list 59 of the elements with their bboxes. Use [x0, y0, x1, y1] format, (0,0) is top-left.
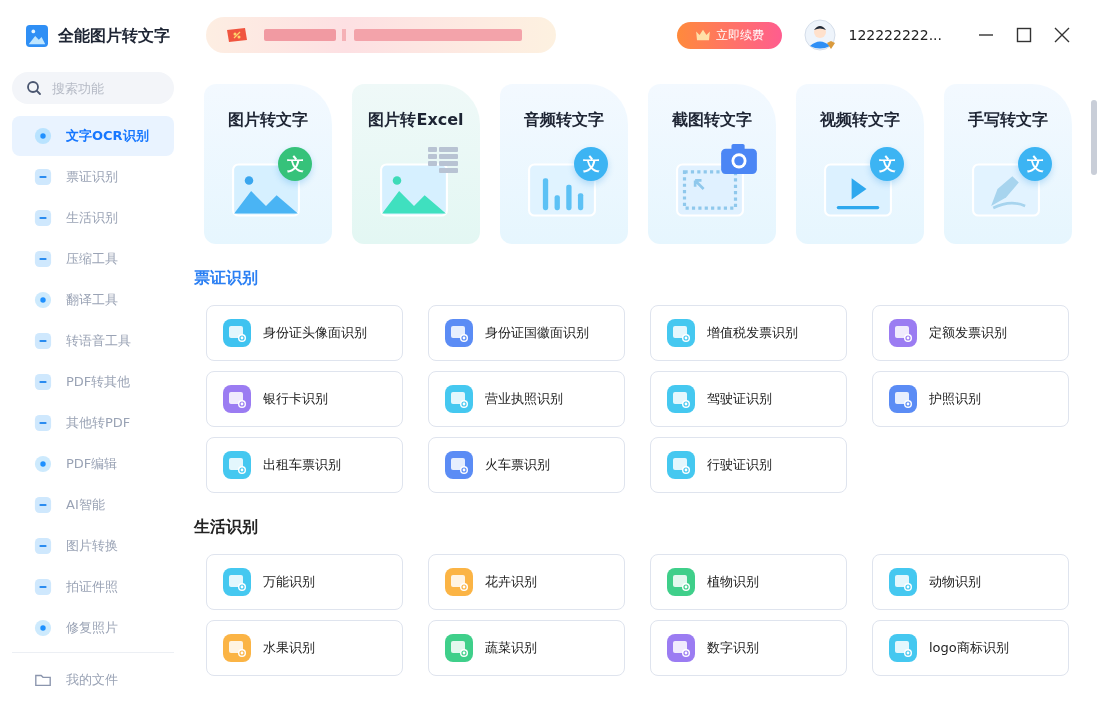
tool-button[interactable]: 万能识别 [206, 554, 403, 610]
tool-button[interactable]: 火车票识别 [428, 437, 625, 493]
text-badge: 文 [574, 147, 608, 181]
tool-button[interactable]: 营业执照识别 [428, 371, 625, 427]
tile-icon [34, 537, 52, 555]
tool-button[interactable]: 行驶证识别 [650, 437, 847, 493]
tool-button[interactable]: 增值税发票识别 [650, 305, 847, 361]
avatar-icon[interactable] [804, 19, 837, 51]
close-icon[interactable] [1054, 27, 1070, 43]
tile-icon [34, 496, 52, 514]
tile-icon [34, 250, 52, 268]
tile-icon [34, 332, 52, 350]
sidebar-item[interactable]: 文字OCR识别 [12, 116, 174, 156]
scrollbar-thumb[interactable] [1091, 100, 1097, 175]
circle-icon [34, 127, 52, 145]
text-badge: 文 [1018, 147, 1052, 181]
tile-icon [34, 578, 52, 596]
tile-icon [34, 168, 52, 186]
section-title: 生活识别 [194, 517, 258, 538]
tool-button[interactable]: logo商标识别 [872, 620, 1069, 676]
tool-button[interactable]: 水果识别 [206, 620, 403, 676]
tool-button[interactable]: 身份证国徽面识别 [428, 305, 625, 361]
tool-button[interactable]: 银行卡识别 [206, 371, 403, 427]
feature-card[interactable]: 图片转文字 文 [204, 84, 332, 244]
tool-button[interactable]: 植物识别 [650, 554, 847, 610]
feature-card[interactable]: 截图转文字 [648, 84, 776, 244]
coupon-icon [226, 27, 248, 43]
feature-card[interactable]: 手写转文字 文 [944, 84, 1072, 244]
search-field[interactable]: 搜索功能 [12, 72, 174, 104]
circle-icon [34, 619, 52, 637]
table-icon [428, 147, 458, 173]
crop-frame-icon [676, 163, 744, 217]
maximize-icon[interactable] [1016, 27, 1032, 43]
text-badge: 文 [870, 147, 904, 181]
feature-card[interactable]: 图片转Excel [352, 84, 480, 244]
feature-card[interactable]: 音频转文字 文 [500, 84, 628, 244]
tool-button[interactable]: 动物识别 [872, 554, 1069, 610]
text-badge: 文 [278, 147, 312, 181]
tool-button[interactable]: 数字识别 [650, 620, 847, 676]
circle-icon [34, 455, 52, 473]
camera-icon [720, 143, 758, 175]
tool-button[interactable]: 驾驶证识别 [650, 371, 847, 427]
feature-card[interactable]: 视频转文字 文 [796, 84, 924, 244]
tool-button[interactable]: 身份证头像面识别 [206, 305, 403, 361]
picture-logo-icon [26, 25, 48, 47]
tool-button[interactable]: 定额发票识别 [872, 305, 1069, 361]
tool-button[interactable]: 蔬菜识别 [428, 620, 625, 676]
circle-icon [34, 291, 52, 309]
user-name[interactable]: 122222222... [848, 27, 942, 43]
tool-button[interactable]: 出租车票识别 [206, 437, 403, 493]
tool-button[interactable]: 花卉识别 [428, 554, 625, 610]
app-title: 全能图片转文字 [58, 25, 170, 47]
tile-icon [34, 209, 52, 227]
crown-icon [695, 29, 712, 41]
tile-icon [34, 373, 52, 391]
tool-button[interactable]: 护照识别 [872, 371, 1069, 427]
section-title: 票证识别 [194, 268, 258, 289]
image-frame-icon [380, 163, 448, 217]
tile-icon [34, 414, 52, 432]
